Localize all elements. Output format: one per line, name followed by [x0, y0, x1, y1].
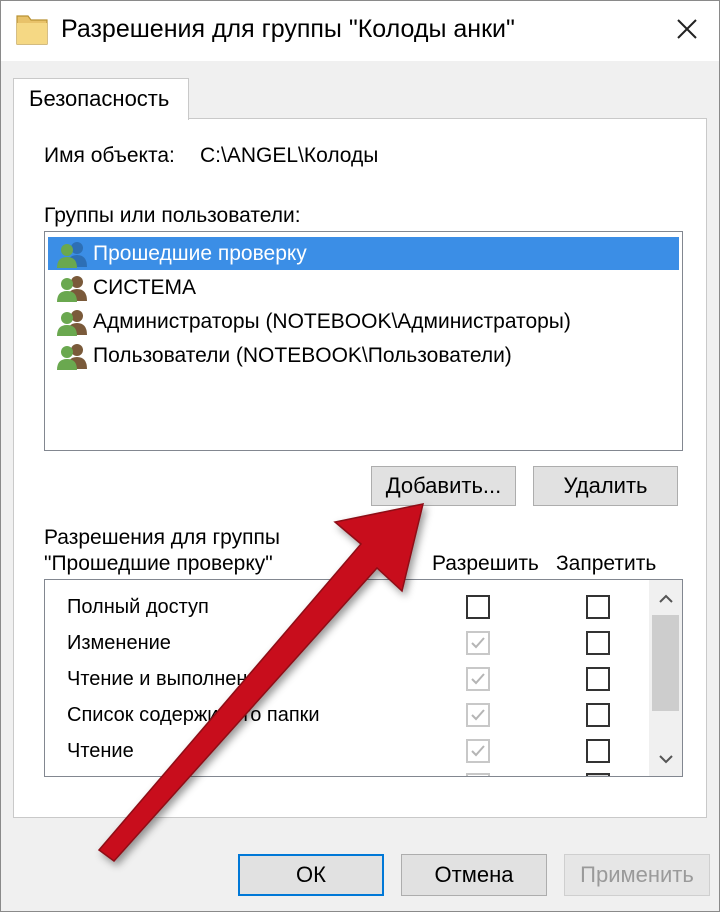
permissions-list: Полный доступ Изменение Чтение и выполне…: [44, 579, 683, 777]
permission-name: Список содержимого папки: [67, 704, 320, 726]
users-icon: [55, 342, 91, 370]
permission-name: Чтение и выполнение: [67, 668, 270, 690]
chevron-up-icon[interactable]: [658, 594, 674, 604]
close-icon: [677, 19, 697, 39]
title-bar: Разрешения для группы "Колоды анки": [1, 1, 719, 61]
allow-checkbox[interactable]: [466, 595, 490, 619]
list-item-label: Прошедшие проверку: [93, 242, 307, 265]
check-icon: [471, 709, 485, 721]
list-item-label: Администраторы (NOTEBOOK\Администраторы): [93, 310, 571, 333]
groups-label: Группы или пользователи:: [44, 204, 301, 227]
window-title: Разрешения для группы "Колоды анки": [61, 15, 515, 43]
ok-button[interactable]: ОК: [238, 854, 384, 896]
permission-name: Изменение: [67, 632, 171, 654]
users-icon: [55, 274, 91, 302]
deny-checkbox[interactable]: [586, 739, 610, 763]
list-item-label: СИСТЕМА: [93, 276, 197, 299]
users-icon: [55, 240, 91, 268]
scrollbar-thumb[interactable]: [652, 615, 679, 711]
permissions-group-name: "Прошедшие проверку": [44, 552, 273, 575]
object-name-value: C:\ANGEL\Колоды: [200, 144, 379, 167]
deny-checkbox[interactable]: [586, 773, 610, 776]
deny-column-header: Запретить: [556, 552, 657, 575]
add-button[interactable]: Добавить...: [371, 466, 516, 506]
close-button[interactable]: [663, 9, 711, 51]
check-icon: [471, 745, 485, 757]
allow-checkbox[interactable]: [466, 667, 490, 691]
permission-name: Полный доступ: [67, 596, 209, 618]
object-name-label: Имя объекта:: [44, 144, 175, 167]
permissions-dialog: Разрешения для группы "Колоды анки" Безо…: [0, 0, 720, 912]
deny-checkbox[interactable]: [586, 631, 610, 655]
allow-column-header: Разрешить: [432, 552, 539, 575]
allow-checkbox[interactable]: [466, 631, 490, 655]
remove-button[interactable]: Удалить: [533, 466, 678, 506]
folder-icon: [15, 11, 49, 47]
allow-checkbox[interactable]: [466, 703, 490, 727]
groups-listbox[interactable]: Прошедшие проверку СИСТЕМА Администратор…: [44, 231, 683, 451]
check-icon: [471, 673, 485, 685]
check-icon: [471, 637, 485, 649]
chevron-down-icon[interactable]: [658, 754, 674, 764]
list-item[interactable]: Пользователи (NOTEBOOK\Пользователи): [48, 339, 679, 372]
list-item[interactable]: СИСТЕМА: [48, 271, 679, 304]
list-item[interactable]: Администраторы (NOTEBOOK\Администраторы): [48, 305, 679, 338]
apply-button[interactable]: Применить: [564, 854, 710, 896]
permission-name: Чтение: [67, 740, 134, 762]
cancel-button[interactable]: Отмена: [401, 854, 547, 896]
tab-security-label: Безопасность: [29, 86, 170, 111]
list-item-label: Пользователи (NOTEBOOK\Пользователи): [93, 344, 512, 367]
permissions-scrollbar[interactable]: [649, 580, 682, 776]
allow-checkbox[interactable]: [466, 773, 490, 776]
deny-checkbox[interactable]: [586, 667, 610, 691]
allow-checkbox[interactable]: [466, 739, 490, 763]
permissions-header: Разрешения для группы: [44, 526, 280, 549]
users-icon: [55, 308, 91, 336]
tab-security[interactable]: Безопасность: [13, 78, 189, 120]
deny-checkbox[interactable]: [586, 703, 610, 727]
list-item[interactable]: Прошедшие проверку: [48, 237, 679, 270]
deny-checkbox[interactable]: [586, 595, 610, 619]
